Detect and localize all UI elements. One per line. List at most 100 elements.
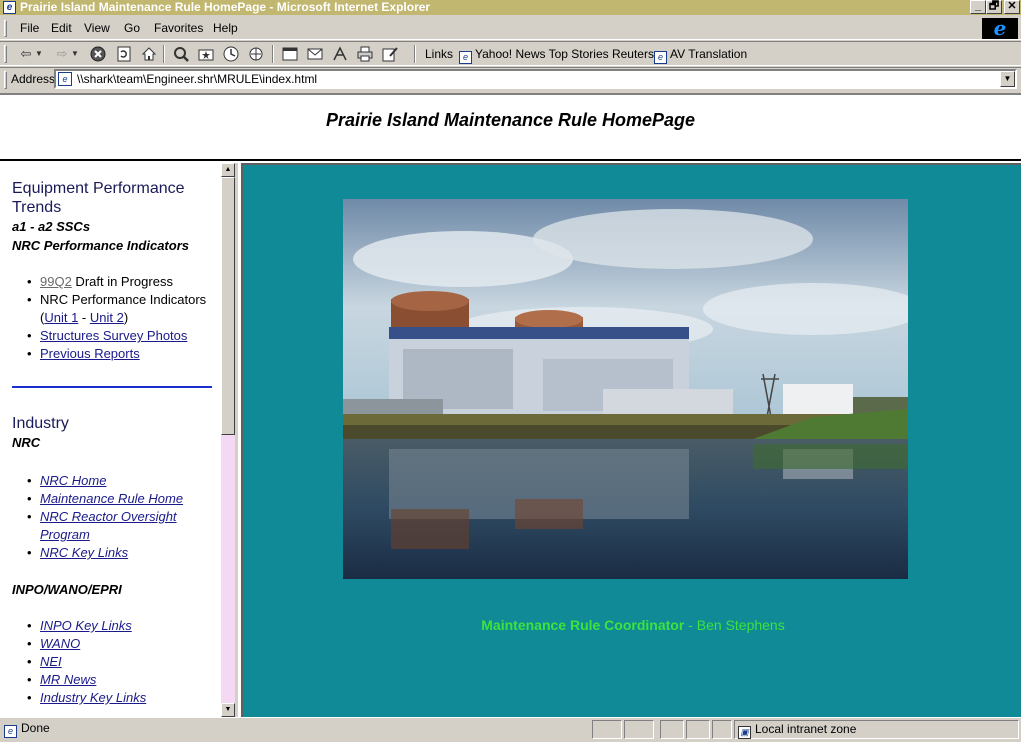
scroll-thumb[interactable] (221, 177, 235, 435)
ssc-label: a1 - a2 SSCs (12, 219, 91, 234)
coordinator-separator: - (684, 617, 697, 633)
search-icon[interactable] (171, 45, 191, 63)
equipment-heading: Equipment Performance Trends (12, 180, 185, 216)
coordinator-role: Maintenance Rule Coordinator (481, 617, 685, 633)
link-mr-news[interactable]: MR News (40, 672, 96, 687)
nrc-label: NRC (12, 435, 41, 450)
link-nrc-reactor-oversight[interactable]: NRC Reactor Oversight Program (40, 509, 177, 542)
address-input[interactable]: e \\shark\team\Engineer.shr\MRULE\index.… (54, 69, 1017, 89)
link-av-translation-label: AV Translation (670, 47, 748, 61)
link-maintenance-rule-home[interactable]: Maintenance Rule Home (40, 491, 183, 506)
nav-scrollbar[interactable]: ▲ ▼ (221, 163, 235, 719)
zone-cell: ▣ Local intranet zone (734, 720, 1019, 739)
forward-arrow-icon[interactable]: ⇨ (52, 45, 72, 63)
plant-photo (343, 199, 908, 579)
toolbar-separator (163, 45, 165, 63)
link-structures-survey[interactable]: Structures Survey Photos (40, 328, 187, 343)
address-grip[interactable] (4, 71, 7, 89)
address-url[interactable]: \\shark\team\Engineer.shr\MRULE\index.ht… (77, 72, 317, 86)
page-icon: e (58, 72, 72, 86)
address-label: Address (11, 72, 56, 86)
window-title: Prairie Island Maintenance Rule HomePage… (20, 0, 431, 14)
stop-icon[interactable] (88, 45, 108, 63)
address-bar: Address e \\shark\team\Engineer.shr\MRUL… (0, 67, 1021, 91)
back-arrow-icon[interactable]: ⇦ (16, 45, 36, 63)
link-av-translation[interactable]: e AV Translation (654, 47, 747, 64)
status-panel (712, 720, 732, 739)
coordinator-name: Ben Stephens (696, 617, 785, 633)
menu-go[interactable]: Go (124, 21, 140, 35)
plant-photo-image (343, 199, 908, 579)
list-item: NRC Reactor Oversight Program (27, 508, 217, 544)
link-unit-1[interactable]: Unit 1 (44, 310, 78, 325)
list-item: 99Q2 Draft in Progress (27, 273, 217, 291)
nrc-pi-label: NRC Performance Indicators (12, 238, 189, 253)
list-item: INPO Key Links (27, 617, 217, 635)
scroll-up-icon[interactable]: ▲ (221, 163, 235, 177)
status-panel (592, 720, 622, 739)
link-nrc-home[interactable]: NRC Home (40, 473, 106, 488)
list-item: Previous Reports (27, 345, 217, 363)
link-industry-key-links[interactable]: Industry Key Links (40, 690, 146, 705)
home-icon[interactable] (139, 45, 159, 63)
draft-text: Draft in Progress (71, 274, 173, 289)
intranet-zone-icon: ▣ (738, 726, 751, 739)
divider (12, 386, 212, 388)
industry-heading: Industry (12, 415, 69, 432)
pi-separator: - (78, 310, 90, 325)
status-text-cell: e Done (1, 720, 591, 739)
minimize-button[interactable]: _ (970, 0, 986, 14)
favorites-icon[interactable] (196, 45, 216, 63)
chevron-down-icon[interactable]: ▼ (1000, 71, 1015, 87)
link-previous-reports[interactable]: Previous Reports (40, 346, 140, 361)
ie-logo-icon: e (982, 18, 1018, 39)
edit-icon[interactable] (380, 45, 400, 63)
menu-view[interactable]: View (84, 21, 110, 35)
refresh-icon[interactable] (114, 45, 134, 63)
toolbar-separator (272, 45, 274, 63)
fullscreen-icon[interactable] (280, 45, 300, 63)
back-dropdown-icon[interactable]: ▼ (34, 45, 44, 63)
scroll-down-icon[interactable]: ▼ (221, 703, 235, 717)
pi-close: ) (123, 310, 129, 325)
menu-file[interactable]: File (20, 21, 39, 35)
font-size-icon[interactable] (330, 45, 350, 63)
menu-grip[interactable] (4, 20, 7, 37)
link-99q2[interactable]: 99Q2 (40, 274, 72, 289)
page-icon: e (654, 51, 667, 64)
header-frame: Prairie Island Maintenance Rule HomePage (0, 95, 1021, 161)
print-icon[interactable] (355, 45, 375, 63)
forward-dropdown-icon[interactable]: ▼ (70, 45, 80, 63)
list-item: Structures Survey Photos (27, 327, 217, 345)
list-item: NRC Home (27, 472, 217, 490)
mail-icon[interactable] (305, 45, 325, 63)
inpo-label: INPO/WANO/EPRI (12, 582, 122, 597)
list-item: NEI (27, 653, 217, 671)
title-bar: e Prairie Island Maintenance Rule HomePa… (0, 0, 1021, 15)
status-text: Done (21, 721, 50, 735)
link-unit-2[interactable]: Unit 2 (90, 310, 124, 325)
menu-help[interactable]: Help (213, 21, 238, 35)
list-item: WANO (27, 635, 217, 653)
restore-button[interactable]: 🗗 (986, 0, 1002, 14)
history-icon[interactable] (221, 45, 241, 63)
menu-favorites[interactable]: Favorites (154, 21, 203, 35)
page-icon: e (4, 725, 17, 738)
coordinator-line: Maintenance Rule Coordinator - Ben Steph… (243, 617, 1021, 633)
list-item: Industry Key Links (27, 689, 217, 707)
link-nei[interactable]: NEI (40, 654, 62, 669)
inpo-list: INPO Key Links WANO NEI MR News Industry… (27, 617, 217, 707)
link-nrc-key-links[interactable]: NRC Key Links (40, 545, 128, 560)
page-title: Prairie Island Maintenance Rule HomePage (325, 110, 696, 130)
menu-edit[interactable]: Edit (51, 21, 72, 35)
equipment-list: 99Q2 Draft in Progress NRC Performance I… (27, 273, 217, 363)
status-bar: e Done ▣ Local intranet zone (0, 717, 1021, 742)
toolbar-grip[interactable] (4, 45, 7, 63)
close-button[interactable]: ✕ (1004, 0, 1020, 14)
browser-content: Prairie Island Maintenance Rule HomePage… (0, 93, 1021, 719)
link-yahoo-news[interactable]: e Yahoo! News Top Stories Reuters (459, 47, 654, 64)
nav-content: Equipment Performance Trends a1 - a2 SSC… (12, 179, 217, 707)
link-inpo-key-links[interactable]: INPO Key Links (40, 618, 132, 633)
channels-icon[interactable] (246, 45, 266, 63)
link-wano[interactable]: WANO (40, 636, 80, 651)
